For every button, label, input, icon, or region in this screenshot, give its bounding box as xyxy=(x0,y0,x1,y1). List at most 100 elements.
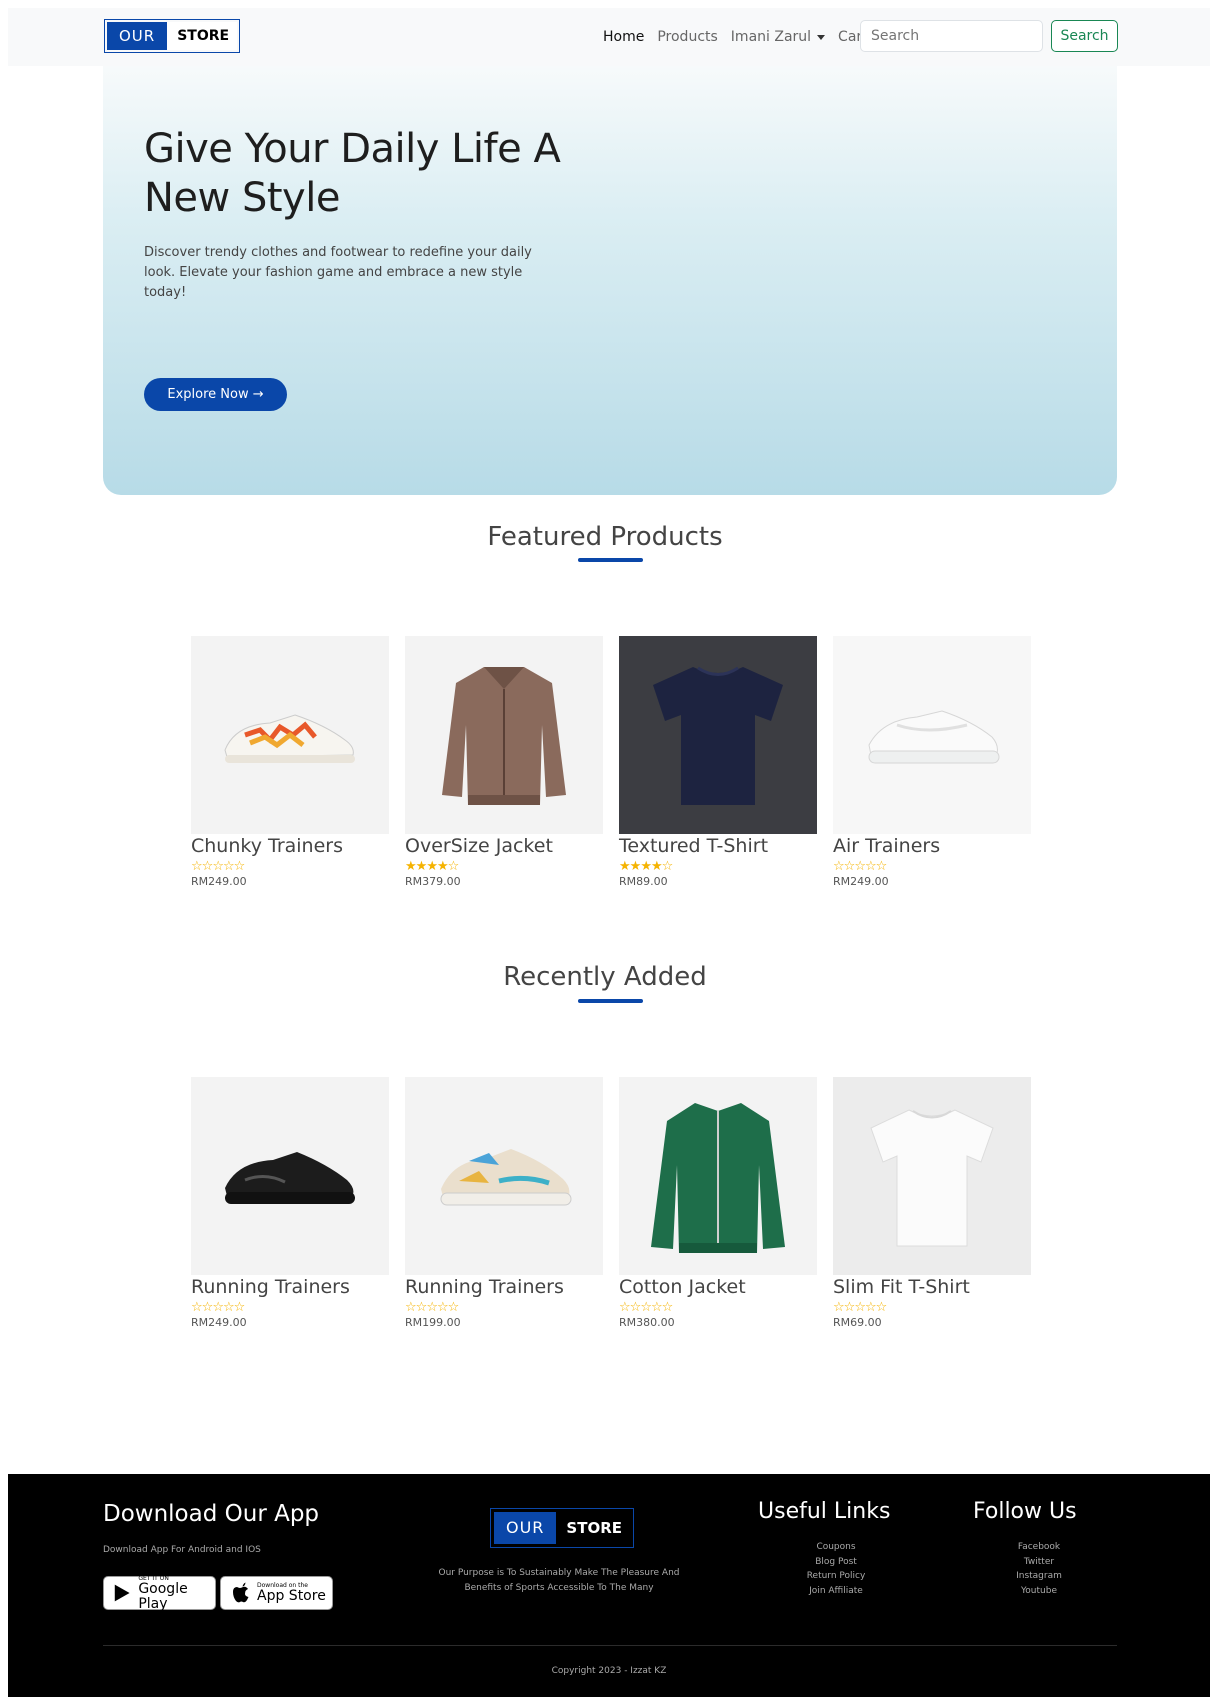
featured-grid: Chunky Trainers ☆☆☆☆☆ RM249.00 OverSize … xyxy=(191,636,1031,896)
product-rating: ☆☆☆☆☆ xyxy=(191,1301,389,1315)
useful-links-title: Useful Links xyxy=(758,1499,891,1524)
product-rating: ☆☆☆☆☆ xyxy=(191,860,389,874)
logo-store-text: STORE xyxy=(167,22,238,50)
useful-links-list: Coupons Blog Post Return Policy Join Aff… xyxy=(776,1540,896,1598)
footer-divider xyxy=(103,1645,1117,1646)
follow-links-list: Facebook Twitter Instagram Youtube xyxy=(979,1540,1099,1598)
product-card[interactable]: Cotton Jacket ☆☆☆☆☆ RM380.00 xyxy=(619,1077,817,1330)
product-image[interactable] xyxy=(619,1077,817,1275)
follow-us-title: Follow Us xyxy=(973,1499,1077,1524)
hero-banner: Give Your Daily Life A New Style Discove… xyxy=(103,66,1117,495)
product-rating: ★★★★☆ xyxy=(405,860,603,874)
star-empty-icon: ☆ xyxy=(191,1300,203,1315)
nav-home-link[interactable]: Home xyxy=(603,29,644,45)
nav-links: Home Products Imani Zarul Cart xyxy=(603,8,868,66)
footer-logo[interactable]: OUR STORE xyxy=(490,1508,635,1548)
nav-products-link[interactable]: Products xyxy=(657,29,717,45)
google-play-big-text: Google Play xyxy=(138,1580,188,1612)
product-image[interactable] xyxy=(833,636,1031,834)
footer-link-youtube[interactable]: Youtube xyxy=(979,1584,1099,1599)
footer-link-twitter[interactable]: Twitter xyxy=(979,1555,1099,1570)
star-empty-icon: ☆ xyxy=(233,859,246,874)
footer-logo-our-text: OUR xyxy=(494,1512,557,1544)
sneaker-icon xyxy=(868,710,1000,764)
hero-title: Give Your Daily Life A New Style xyxy=(144,126,561,221)
app-store-badge[interactable]: Download on the App Store xyxy=(220,1576,333,1610)
product-name[interactable]: Running Trainers xyxy=(191,1275,389,1299)
product-name[interactable]: Air Trainers xyxy=(833,834,1031,858)
footer-logo-store-text: STORE xyxy=(566,1519,623,1537)
search-button[interactable]: Search xyxy=(1051,20,1118,52)
product-name[interactable]: OverSize Jacket xyxy=(405,834,603,858)
featured-underline xyxy=(578,558,643,562)
star-filled-icon: ★ xyxy=(426,859,438,874)
product-card[interactable]: Running Trainers ☆☆☆☆☆ RM199.00 xyxy=(405,1077,603,1330)
product-rating: ☆☆☆☆☆ xyxy=(833,860,1031,874)
search-input[interactable] xyxy=(860,20,1043,52)
product-price: RM379.00 xyxy=(405,875,461,888)
footer-link-blog-post[interactable]: Blog Post xyxy=(776,1555,896,1570)
tshirt-icon xyxy=(870,1109,994,1247)
product-image[interactable] xyxy=(405,1077,603,1275)
store-logo[interactable]: OUR STORE xyxy=(104,19,241,53)
footer-copyright: Copyright 2023 - Izzat KZ xyxy=(551,1666,667,1676)
hero-description: Discover trendy clothes and footwear to … xyxy=(144,245,532,300)
product-name[interactable]: Chunky Trainers xyxy=(191,834,389,858)
star-empty-icon: ☆ xyxy=(222,859,235,874)
star-empty-icon: ☆ xyxy=(447,859,460,874)
product-price: RM199.00 xyxy=(405,1316,461,1329)
recent-underline xyxy=(578,999,643,1003)
star-empty-icon: ☆ xyxy=(415,1300,428,1315)
product-card[interactable]: Air Trainers ☆☆☆☆☆ RM249.00 xyxy=(833,636,1031,889)
navbar: OUR STORE Home Products Imani Zarul Cart… xyxy=(8,8,1210,66)
star-empty-icon: ☆ xyxy=(212,1300,224,1315)
footer-purpose: Our Purpose is To Sustainably Make The P… xyxy=(438,1568,680,1593)
product-card[interactable]: Textured T-Shirt ★★★★☆ RM89.00 xyxy=(619,636,817,889)
star-empty-icon: ☆ xyxy=(854,1300,866,1315)
logo-our-text: OUR xyxy=(107,22,168,50)
product-card[interactable]: Running Trainers ☆☆☆☆☆ RM249.00 xyxy=(191,1077,389,1330)
featured-title: Featured Products xyxy=(487,522,723,552)
footer-app-title: Download Our App xyxy=(103,1501,320,1527)
star-empty-icon: ☆ xyxy=(212,859,224,874)
footer-link-facebook[interactable]: Facebook xyxy=(979,1540,1099,1555)
product-image[interactable] xyxy=(191,636,389,834)
product-card[interactable]: Chunky Trainers ☆☆☆☆☆ RM249.00 xyxy=(191,636,389,889)
footer-link-coupons[interactable]: Coupons xyxy=(776,1540,896,1555)
footer-link-instagram[interactable]: Instagram xyxy=(979,1569,1099,1584)
product-name[interactable]: Running Trainers xyxy=(405,1275,603,1299)
product-image[interactable] xyxy=(619,636,817,834)
product-image[interactable] xyxy=(405,636,603,834)
star-empty-icon: ☆ xyxy=(833,859,845,874)
product-image[interactable] xyxy=(191,1077,389,1275)
star-empty-icon: ☆ xyxy=(875,859,888,874)
product-name[interactable]: Slim Fit T-Shirt xyxy=(833,1275,1031,1299)
star-empty-icon: ☆ xyxy=(201,859,214,874)
product-name[interactable]: Cotton Jacket xyxy=(619,1275,817,1299)
product-price: RM380.00 xyxy=(619,1316,675,1329)
google-play-badge[interactable]: GET IT ON Google Play xyxy=(103,1575,216,1612)
product-price: RM89.00 xyxy=(619,875,668,888)
recent-grid: Running Trainers ☆☆☆☆☆ RM249.00 Running … xyxy=(191,1077,1031,1337)
star-filled-icon: ★ xyxy=(640,859,652,874)
star-empty-icon: ☆ xyxy=(843,859,856,874)
play-store-icon xyxy=(114,1584,130,1602)
footer-link-return-policy[interactable]: Return Policy xyxy=(776,1569,896,1584)
footer-link-join-affiliate[interactable]: Join Affiliate xyxy=(776,1584,896,1599)
nav-user-dropdown[interactable]: Imani Zarul xyxy=(731,29,826,45)
product-name[interactable]: Textured T-Shirt xyxy=(619,834,817,858)
star-empty-icon: ☆ xyxy=(650,1300,663,1315)
product-price: RM249.00 xyxy=(191,875,247,888)
star-empty-icon: ☆ xyxy=(201,1300,214,1315)
star-empty-icon: ☆ xyxy=(405,1300,417,1315)
explore-now-button[interactable]: Explore Now → xyxy=(144,378,287,411)
star-empty-icon: ☆ xyxy=(233,1300,246,1315)
star-empty-icon: ☆ xyxy=(864,859,877,874)
product-rating: ☆☆☆☆☆ xyxy=(619,1301,817,1315)
star-filled-icon: ★ xyxy=(405,859,417,874)
star-empty-icon: ☆ xyxy=(875,1300,888,1315)
apple-icon xyxy=(233,1582,249,1603)
product-image[interactable] xyxy=(833,1077,1031,1275)
product-card[interactable]: OverSize Jacket ★★★★☆ RM379.00 xyxy=(405,636,603,889)
product-card[interactable]: Slim Fit T-Shirt ☆☆☆☆☆ RM69.00 xyxy=(833,1077,1031,1330)
